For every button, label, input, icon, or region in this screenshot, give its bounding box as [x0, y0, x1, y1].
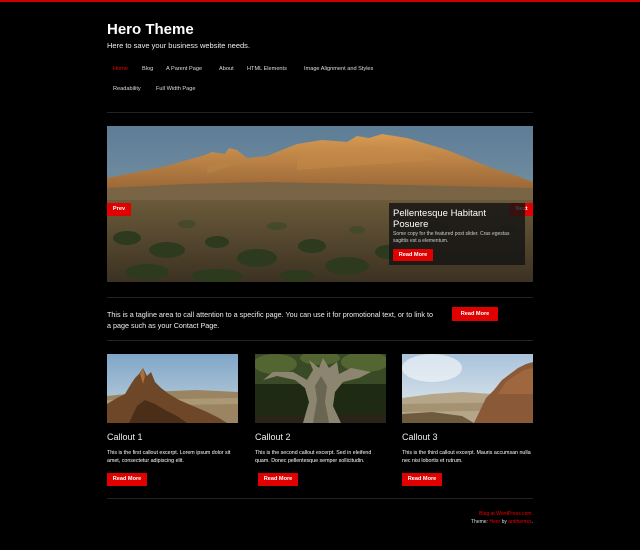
- callout-2-title[interactable]: Callout 2: [255, 432, 291, 442]
- slider-caption-text: Some copy for the featured post slider. …: [393, 231, 510, 244]
- top-accent-bar: [0, 0, 640, 2]
- nav-item-about[interactable]: About: [219, 66, 234, 72]
- nav-item-a-parent-page[interactable]: A Parent Page: [166, 66, 202, 72]
- slider-read-more-button[interactable]: Read More: [393, 249, 433, 261]
- site-description: Here to save your business website needs…: [107, 41, 250, 50]
- callout-3-title[interactable]: Callout 3: [402, 432, 438, 442]
- callout-1-title[interactable]: Callout 1: [107, 432, 143, 442]
- nav-item-blog[interactable]: Blog: [142, 66, 153, 72]
- callout-1-text: This is the first callout excerpt. Lorem…: [107, 450, 231, 464]
- footer-theme-link[interactable]: Hero: [489, 519, 500, 525]
- nav-item-image-alignment[interactable]: Image Alignment and Styles: [304, 66, 373, 72]
- divider: [107, 498, 533, 499]
- callout-2-read-more-button[interactable]: Read More: [258, 473, 298, 486]
- footer-author-link[interactable]: antthemes: [508, 519, 531, 525]
- divider: [107, 297, 533, 298]
- callout-3-image[interactable]: [402, 354, 533, 423]
- site-title[interactable]: Hero Theme: [107, 21, 194, 38]
- slider-caption: Pellentesque Habitant Posuere Some copy …: [389, 203, 525, 265]
- nav-item-full-width-page[interactable]: Full Width Page: [156, 86, 195, 92]
- callout-3-read-more-button[interactable]: Read More: [402, 473, 442, 486]
- footer-blog-link[interactable]: Blog at WordPress.com.: [479, 511, 533, 517]
- tagline-text: This is a tagline area to call attention…: [107, 310, 434, 330]
- divider: [107, 340, 533, 341]
- tagline-read-more-button[interactable]: Read More: [452, 307, 498, 321]
- callout-3-text: This is the third callout excerpt. Mauri…: [402, 450, 531, 464]
- slider-caption-title[interactable]: Pellentesque Habitant Posuere: [393, 208, 523, 230]
- nav-item-html-elements[interactable]: HTML Elements: [247, 66, 287, 72]
- callout-2-text: This is the second callout excerpt. Sed …: [255, 450, 372, 464]
- footer-theme-label: Theme:: [471, 519, 490, 525]
- featured-slider: Prev Next Pellentesque Habitant Posuere …: [107, 126, 533, 282]
- callout-1-image[interactable]: [107, 354, 238, 423]
- slider-prev-button[interactable]: Prev: [107, 203, 131, 216]
- nav-item-readability[interactable]: Readability: [113, 86, 141, 92]
- footer-period: .: [531, 519, 533, 525]
- callout-1-read-more-button[interactable]: Read More: [107, 473, 147, 486]
- callout-2-image[interactable]: [255, 354, 386, 423]
- divider: [107, 112, 533, 113]
- site-footer: Blog at WordPress.com. Theme: Hero by an…: [471, 510, 533, 526]
- nav-item-home[interactable]: Home: [113, 66, 128, 72]
